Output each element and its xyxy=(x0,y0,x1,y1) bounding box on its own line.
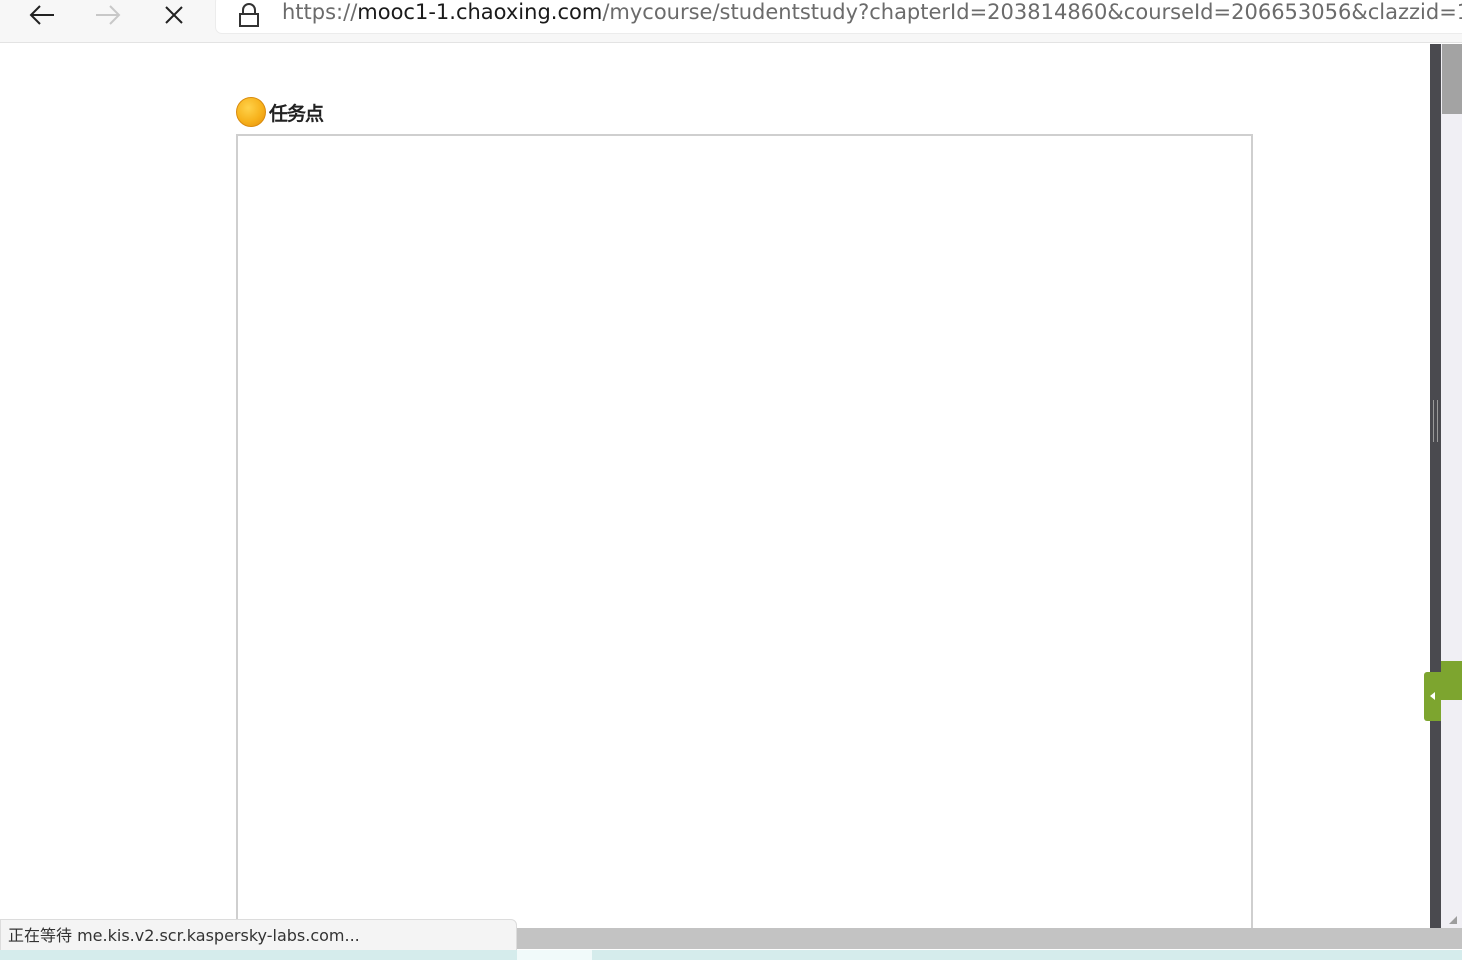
browser-toolbar: https://mooc1-1.chaoxing.com/mycourse/st… xyxy=(0,0,1462,43)
task-point-title: 任务点 xyxy=(269,102,324,125)
taskbar-segment xyxy=(517,950,592,960)
lock-icon xyxy=(238,2,260,33)
task-content-frame[interactable] xyxy=(236,134,1253,928)
vertical-scrollbar-thumb[interactable] xyxy=(1442,44,1462,114)
back-button[interactable] xyxy=(22,0,62,30)
url-host: mooc1-1.chaoxing.com xyxy=(357,0,603,24)
stop-loading-button[interactable] xyxy=(154,0,194,30)
close-icon xyxy=(163,4,185,26)
forward-button[interactable] xyxy=(88,0,128,30)
url-text[interactable]: https://mooc1-1.chaoxing.com/mycourse/st… xyxy=(282,0,1462,27)
horizontal-scrollbar[interactable] xyxy=(516,928,1462,949)
status-text: 正在等待 me.kis.v2.scr.kaspersky-labs.com... xyxy=(8,926,360,945)
side-panel-strip xyxy=(1430,44,1441,928)
address-bar[interactable]: https://mooc1-1.chaoxing.com/mycourse/st… xyxy=(216,0,1462,33)
forward-arrow-icon xyxy=(94,4,122,26)
status-bar: 正在等待 me.kis.v2.scr.kaspersky-labs.com... xyxy=(0,919,517,951)
side-tab[interactable] xyxy=(1441,661,1462,700)
taskbar-edge xyxy=(0,950,1462,960)
back-arrow-icon xyxy=(28,4,56,26)
collapse-panel-button[interactable] xyxy=(1424,672,1441,721)
scroll-down-arrow-icon[interactable] xyxy=(1449,916,1457,924)
vertical-scrollbar-track[interactable] xyxy=(1441,44,1462,928)
orange-dot-icon xyxy=(236,97,266,127)
page-content: 任务点 xyxy=(0,44,1430,928)
task-point-heading: 任务点 xyxy=(236,96,324,128)
url-scheme: https:// xyxy=(282,0,358,24)
panel-resize-handle[interactable] xyxy=(1433,400,1438,442)
url-path: /mycourse/studentstudy?chapterId=2038148… xyxy=(602,0,1462,24)
